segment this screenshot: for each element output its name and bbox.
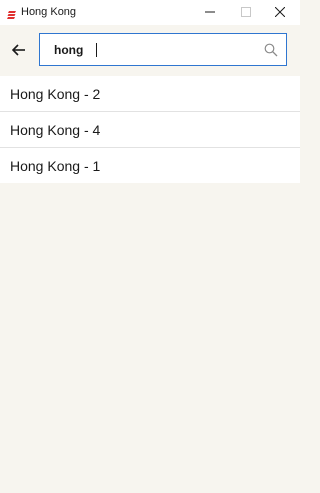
search-input[interactable]	[54, 34, 244, 65]
result-label: Hong Kong - 4	[10, 122, 101, 138]
maximize-icon	[241, 7, 251, 17]
results-list: Hong Kong - 2 Hong Kong - 4 Hong Kong - …	[0, 76, 300, 183]
app-logo-icon	[7, 7, 17, 19]
list-item[interactable]: Hong Kong - 2	[0, 76, 300, 111]
text-caret	[96, 43, 97, 57]
close-icon	[275, 7, 285, 17]
arrow-left-icon	[12, 44, 25, 56]
search-icon[interactable]	[264, 43, 278, 57]
title-bar: Hong Kong	[0, 0, 300, 25]
window-title: Hong Kong	[21, 6, 77, 18]
result-label: Hong Kong - 1	[10, 158, 101, 174]
list-item[interactable]: Hong Kong - 1	[0, 147, 300, 183]
maximize-button[interactable]	[228, 0, 264, 25]
close-button[interactable]	[262, 0, 298, 25]
search-box	[39, 33, 287, 66]
list-item[interactable]: Hong Kong - 4	[0, 111, 300, 147]
back-button[interactable]	[6, 37, 32, 63]
minimize-button[interactable]	[192, 0, 228, 25]
search-bar	[0, 25, 300, 76]
minimize-icon	[205, 11, 215, 13]
result-label: Hong Kong - 2	[10, 86, 101, 102]
